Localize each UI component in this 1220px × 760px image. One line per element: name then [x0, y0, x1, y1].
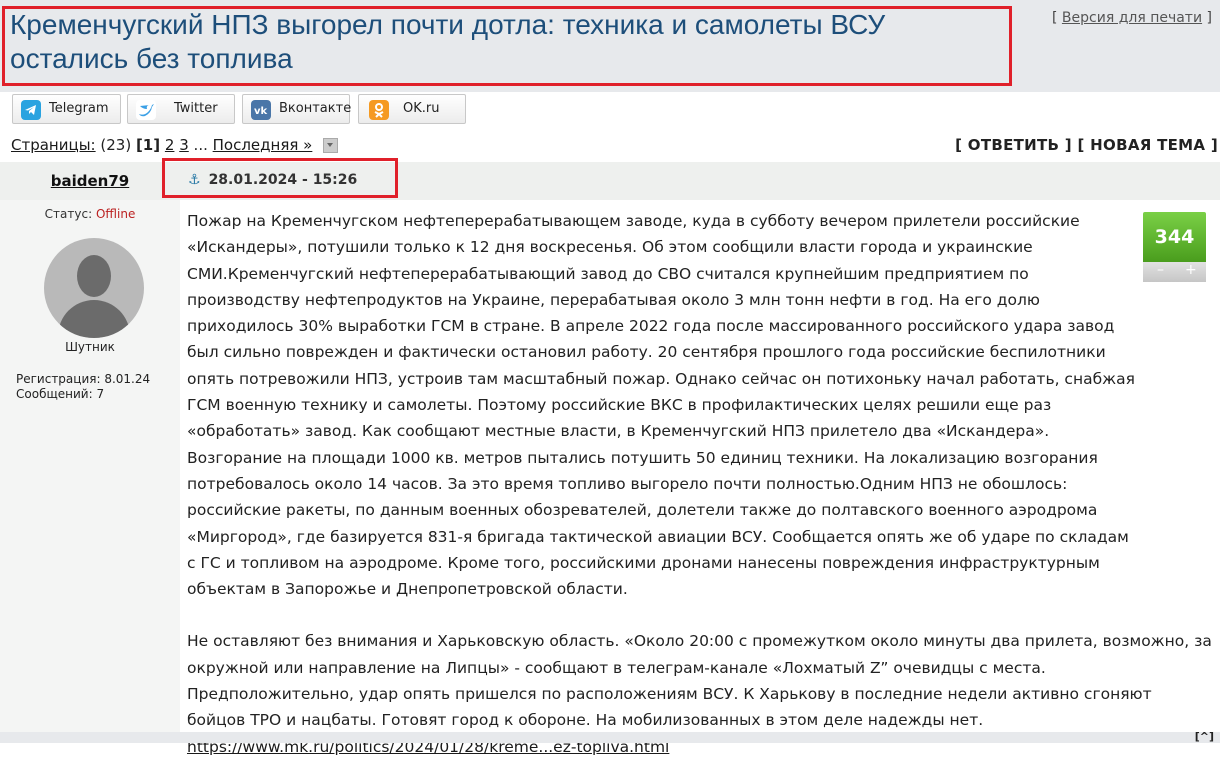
share-bar: Telegram Twitter vk Вконтакте OK.ru: [0, 92, 1220, 130]
pagination-bar: Страницы: (23) [1] 2 3 ... Последняя » […: [0, 132, 1220, 158]
user-status: Статус: Offline: [44, 207, 136, 221]
avatar-body-shape: [58, 300, 130, 338]
user-info-panel: Статус: Offline Шутник Регистрация: 8.01…: [0, 200, 180, 743]
share-twitter-button[interactable]: Twitter: [127, 94, 235, 124]
page-count: (23): [100, 136, 132, 154]
share-label: OK.ru: [403, 101, 440, 116]
share-telegram-button[interactable]: Telegram: [12, 94, 121, 124]
telegram-icon: [21, 100, 41, 120]
topic-actions: [ ОТВЕТИТЬ ] [ НОВАЯ ТЕМА ]: [955, 136, 1218, 154]
current-page: [1]: [135, 136, 161, 154]
last-page-link[interactable]: Последняя »: [213, 136, 313, 154]
share-vk-button[interactable]: vk Вконтакте: [242, 94, 352, 124]
registration-date: Регистрация: 8.01.24: [16, 372, 151, 386]
avatar[interactable]: [44, 238, 144, 338]
user-rank: Шутник: [65, 340, 115, 354]
share-label: Twitter: [174, 101, 218, 116]
share-label: Вконтакте: [279, 101, 352, 116]
post-paragraph: Пожар на Кременчугском нефтеперерабатыва…: [187, 212, 1135, 599]
post-paragraph: Не оставляют без внимания и Харьковскую …: [187, 632, 1212, 730]
author-name[interactable]: baiden79: [51, 172, 129, 190]
chevron-down-icon[interactable]: [323, 138, 339, 153]
share-ok-button[interactable]: OK.ru: [358, 94, 466, 124]
post-date: ⚓ 28.01.2024 - 15:26: [188, 172, 358, 188]
topic-title: Кременчугский НПЗ выгорел почти дотла: т…: [10, 9, 886, 74]
post-header: baiden79 ⚓ 28.01.2024 - 15:26: [0, 158, 1220, 200]
share-label: Telegram: [49, 101, 109, 116]
post-body: Пожар на Кременчугском нефтеперерабатыва…: [187, 208, 1212, 760]
post-footer-strip: [^]: [0, 730, 1220, 743]
vk-icon: vk: [251, 100, 271, 120]
status-badge: Offline: [95, 207, 136, 221]
svg-text:vk: vk: [254, 106, 268, 117]
anchor-icon[interactable]: ⚓: [188, 172, 201, 188]
back-to-top-link[interactable]: [^]: [1195, 730, 1214, 743]
print-version: [ Версия для печати ]: [1052, 10, 1212, 26]
twitter-icon: [136, 100, 156, 120]
ok-icon: [369, 100, 389, 120]
page-3-link[interactable]: 3: [179, 136, 189, 154]
print-version-link[interactable]: Версия для печати: [1062, 10, 1202, 26]
topic-header: Кременчугский НПЗ выгорел почти дотла: т…: [0, 0, 1220, 92]
author-cell: baiden79: [0, 162, 180, 200]
pages-link[interactable]: Страницы:: [11, 136, 96, 154]
reply-button[interactable]: [ ОТВЕТИТЬ ]: [955, 136, 1072, 154]
message-count: Сообщений: 7: [16, 387, 105, 401]
pagination: Страницы: (23) [1] 2 3 ... Последняя »: [11, 136, 339, 154]
page-2-link[interactable]: 2: [165, 136, 175, 154]
user-meta: Регистрация: 8.01.24 Сообщений: 7: [16, 372, 150, 402]
avatar-head-shape: [77, 255, 111, 297]
new-topic-button[interactable]: [ НОВАЯ ТЕМА ]: [1078, 136, 1219, 154]
